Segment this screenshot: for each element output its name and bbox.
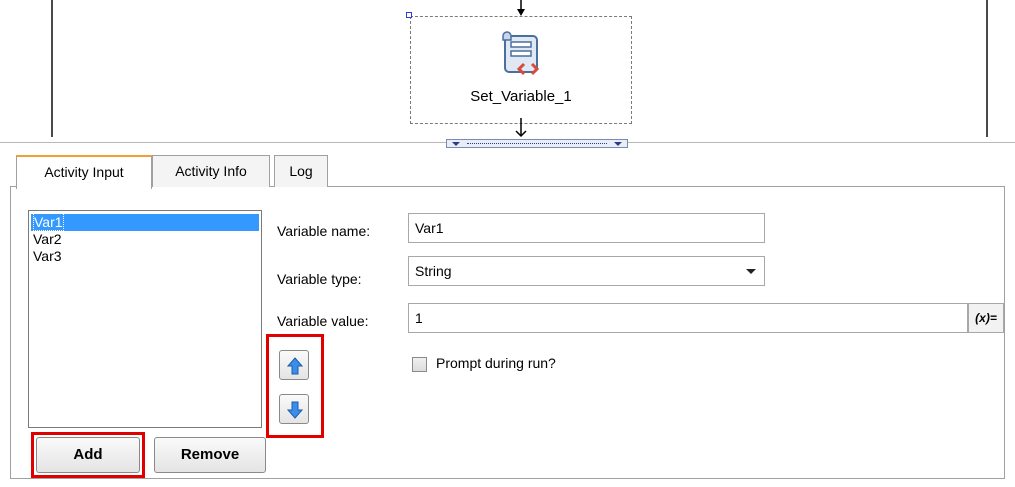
collapse-arrow-icon[interactable] (451, 141, 461, 147)
set-variable-icon (502, 31, 540, 76)
list-item-label: Var1 (33, 213, 64, 231)
outgoing-connector-icon (515, 118, 527, 138)
variable-type-label: Variable type: (277, 271, 362, 287)
prompt-checkbox[interactable] (412, 357, 427, 372)
expression-button[interactable]: (x)= (968, 303, 1004, 333)
list-item[interactable]: Var1 (31, 213, 259, 231)
remove-button[interactable]: Remove (154, 437, 266, 473)
tab-log[interactable]: Log (274, 155, 328, 187)
list-item[interactable]: Var2 (31, 231, 259, 248)
selection-handle[interactable] (406, 12, 412, 18)
splitter-grip[interactable] (446, 139, 628, 148)
variable-type-value: String (415, 263, 452, 279)
tab-activity-input[interactable]: Activity Input (16, 155, 152, 189)
activity-label: Set_Variable_1 (470, 88, 572, 105)
collapse-arrow-icon[interactable] (613, 141, 623, 147)
canvas-border-right (986, 0, 988, 137)
variable-list[interactable]: Var1 Var2 Var3 (28, 210, 262, 428)
variable-name-field[interactable]: Var1 (408, 213, 765, 243)
tab-activity-info[interactable]: Activity Info (152, 155, 270, 187)
chevron-down-icon (746, 269, 756, 274)
tabstrip: Activity Input Activity Info Log (10, 155, 1005, 189)
variable-value-label: Variable value: (277, 313, 369, 329)
list-item[interactable]: Var3 (31, 248, 259, 265)
highlight-box (266, 334, 324, 438)
canvas-border-left (51, 0, 53, 137)
prompt-checkbox-label: Prompt during run? (436, 355, 556, 371)
variable-value-field[interactable]: 1 (408, 303, 968, 333)
highlight-box (31, 432, 145, 478)
variable-type-select[interactable]: String (408, 256, 765, 286)
variable-name-label: Variable name: (277, 223, 371, 239)
